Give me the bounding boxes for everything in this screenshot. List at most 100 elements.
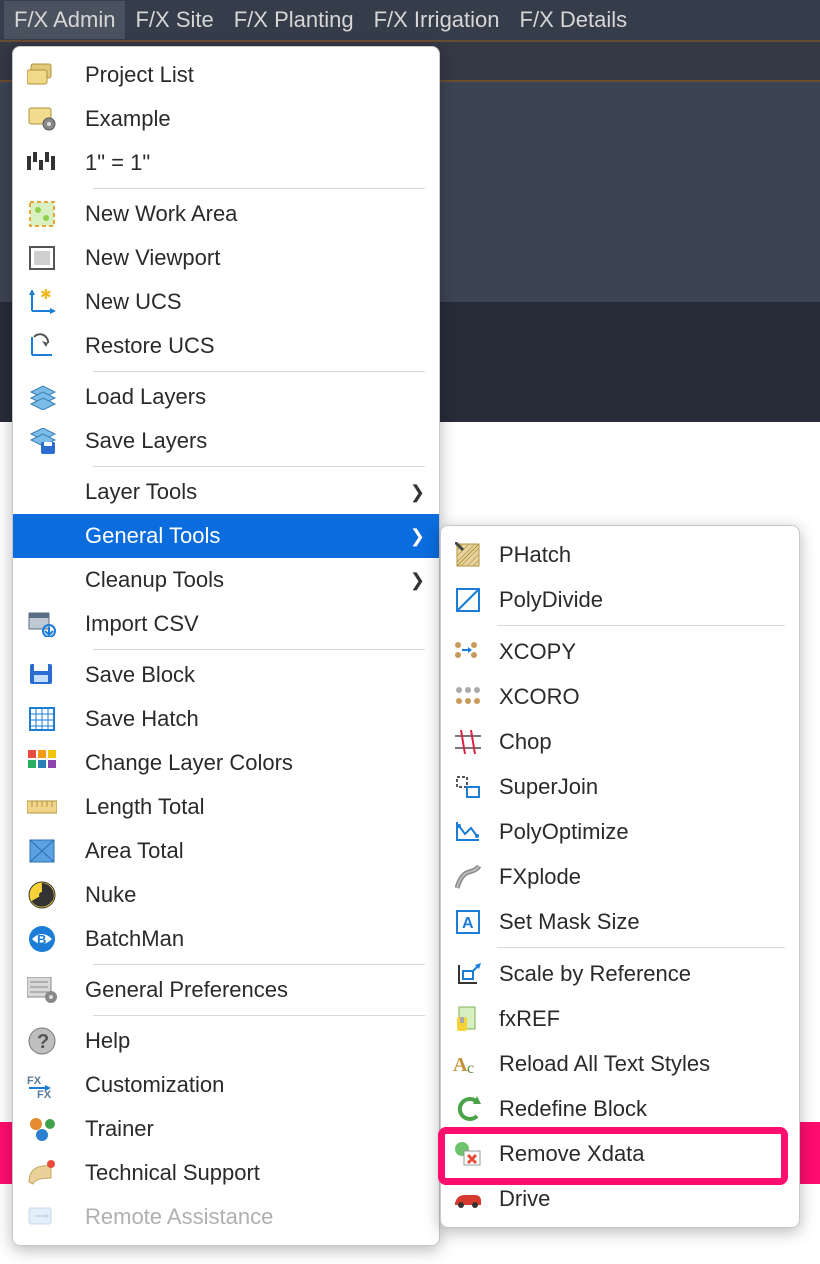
- svg-text:c: c: [467, 1060, 474, 1077]
- menu-save-hatch[interactable]: Save Hatch: [13, 697, 439, 741]
- menu-label: PolyOptimize: [499, 819, 785, 845]
- menubar-fx-irrigation[interactable]: F/X Irrigation: [364, 1, 510, 39]
- menu-label: Load Layers: [85, 384, 425, 410]
- menu-new-viewport[interactable]: New Viewport: [13, 236, 439, 280]
- menu-cleanup-tools[interactable]: Cleanup Tools ❯: [13, 558, 439, 602]
- menu-example[interactable]: Example: [13, 97, 439, 141]
- menu-help[interactable]: ? Help: [13, 1019, 439, 1063]
- svg-text:FX: FX: [27, 1075, 42, 1087]
- menubar-fx-site[interactable]: F/X Site: [125, 1, 223, 39]
- dropdown-general-tools: PHatch PolyDivide XCOPY XCORO Chop Super…: [440, 525, 800, 1228]
- menu-batchman[interactable]: B BatchMan: [13, 917, 439, 961]
- submenu-set-mask-size[interactable]: A Set Mask Size: [441, 899, 799, 944]
- menu-new-ucs[interactable]: ✱ New UCS: [13, 280, 439, 324]
- menu-label: Area Total: [85, 838, 425, 864]
- polyopt-icon: [451, 816, 485, 848]
- submenu-chop[interactable]: Chop: [441, 719, 799, 764]
- menu-load-layers[interactable]: Load Layers: [13, 375, 439, 419]
- submenu-remove-xdata[interactable]: Remove Xdata: [441, 1131, 799, 1176]
- menu-label: XCORO: [499, 684, 785, 710]
- menubar: F/X Admin F/X Site F/X Planting F/X Irri…: [0, 0, 820, 40]
- menubar-fx-planting[interactable]: F/X Planting: [224, 1, 364, 39]
- submenu-xcoro[interactable]: XCORO: [441, 674, 799, 719]
- submenu-redefine-block[interactable]: Redefine Block: [441, 1086, 799, 1131]
- menu-separator: [93, 964, 425, 965]
- menu-label: Save Hatch: [85, 706, 425, 732]
- menu-restore-ucs[interactable]: Restore UCS: [13, 324, 439, 368]
- menu-separator: [93, 371, 425, 372]
- menu-separator: [497, 625, 785, 626]
- scale-ref-icon: [451, 958, 485, 990]
- remove-xdata-icon: [451, 1138, 485, 1170]
- svg-text:?: ?: [37, 1031, 49, 1053]
- restore-ucs-icon: [23, 330, 61, 362]
- menubar-fx-details[interactable]: F/X Details: [510, 1, 638, 39]
- menu-label: Layer Tools: [85, 479, 410, 505]
- menu-scale[interactable]: 1" = 1": [13, 141, 439, 185]
- menu-label: New Work Area: [85, 201, 425, 227]
- remote-icon: [23, 1201, 61, 1233]
- menu-general-preferences[interactable]: General Preferences: [13, 968, 439, 1012]
- dropdown-fx-admin: Project List Example 1" = 1" New Work Ar…: [12, 46, 440, 1246]
- menu-label: SuperJoin: [499, 774, 785, 800]
- chevron-right-icon: ❯: [410, 482, 425, 503]
- menu-label: Redefine Block: [499, 1096, 785, 1122]
- menu-save-block[interactable]: Save Block: [13, 653, 439, 697]
- submenu-polyoptimize[interactable]: PolyOptimize: [441, 809, 799, 854]
- phatch-icon: [451, 539, 485, 571]
- submenu-superjoin[interactable]: SuperJoin: [441, 764, 799, 809]
- submenu-scale-by-reference[interactable]: Scale by Reference: [441, 951, 799, 996]
- svg-text:FX: FX: [37, 1089, 52, 1098]
- submenu-xcopy[interactable]: XCOPY: [441, 629, 799, 674]
- menu-label: General Tools: [85, 523, 410, 549]
- submenu-fxref[interactable]: fxREF: [441, 996, 799, 1041]
- menu-area-total[interactable]: Area Total: [13, 829, 439, 873]
- submenu-reload-text-styles[interactable]: Ac Reload All Text Styles: [441, 1041, 799, 1086]
- menu-layer-tools[interactable]: Layer Tools ❯: [13, 470, 439, 514]
- menu-import-csv[interactable]: Import CSV: [13, 602, 439, 646]
- superjoin-icon: [451, 771, 485, 803]
- menu-separator: [93, 466, 425, 467]
- xcopy-icon: [451, 636, 485, 668]
- submenu-drive[interactable]: Drive: [441, 1176, 799, 1221]
- blank-icon: [23, 564, 61, 596]
- textstyle-icon: Ac: [451, 1048, 485, 1080]
- menu-label: Scale by Reference: [499, 961, 785, 987]
- swatches-icon: [23, 747, 61, 779]
- svg-text:✱: ✱: [40, 289, 52, 302]
- menubar-fx-admin[interactable]: F/X Admin: [4, 1, 125, 39]
- scale-icon: [23, 147, 61, 179]
- menu-length-total[interactable]: Length Total: [13, 785, 439, 829]
- load-layers-icon: [23, 381, 61, 413]
- menu-label: Project List: [85, 62, 425, 88]
- submenu-polydivide[interactable]: PolyDivide: [441, 577, 799, 622]
- menu-label: Save Layers: [85, 428, 425, 454]
- submenu-phatch[interactable]: PHatch: [441, 532, 799, 577]
- folder-gear-icon: [23, 103, 61, 135]
- menu-label: BatchMan: [85, 926, 425, 952]
- save-block-icon: [23, 659, 61, 691]
- trainer-icon: [23, 1113, 61, 1145]
- menu-customization[interactable]: FX FX Customization: [13, 1063, 439, 1107]
- menu-label: XCOPY: [499, 639, 785, 665]
- menu-label: Customization: [85, 1072, 425, 1098]
- svg-text:A: A: [453, 1054, 468, 1076]
- fxref-icon: [451, 1003, 485, 1035]
- prefs-icon: [23, 974, 61, 1006]
- nuke-icon: [23, 879, 61, 911]
- menu-nuke[interactable]: Nuke: [13, 873, 439, 917]
- redefine-icon: [451, 1093, 485, 1125]
- submenu-fxplode[interactable]: FXplode: [441, 854, 799, 899]
- menu-label: Nuke: [85, 882, 425, 908]
- polydivide-icon: [451, 584, 485, 616]
- viewport-icon: [23, 242, 61, 274]
- menu-remote-assistance[interactable]: Remote Assistance: [13, 1195, 439, 1239]
- menu-technical-support[interactable]: Technical Support: [13, 1151, 439, 1195]
- menu-label: fxREF: [499, 1006, 785, 1032]
- menu-save-layers[interactable]: Save Layers: [13, 419, 439, 463]
- menu-new-work-area[interactable]: New Work Area: [13, 192, 439, 236]
- menu-trainer[interactable]: Trainer: [13, 1107, 439, 1151]
- menu-project-list[interactable]: Project List: [13, 53, 439, 97]
- menu-general-tools[interactable]: General Tools ❯: [13, 514, 439, 558]
- menu-change-layer-colors[interactable]: Change Layer Colors: [13, 741, 439, 785]
